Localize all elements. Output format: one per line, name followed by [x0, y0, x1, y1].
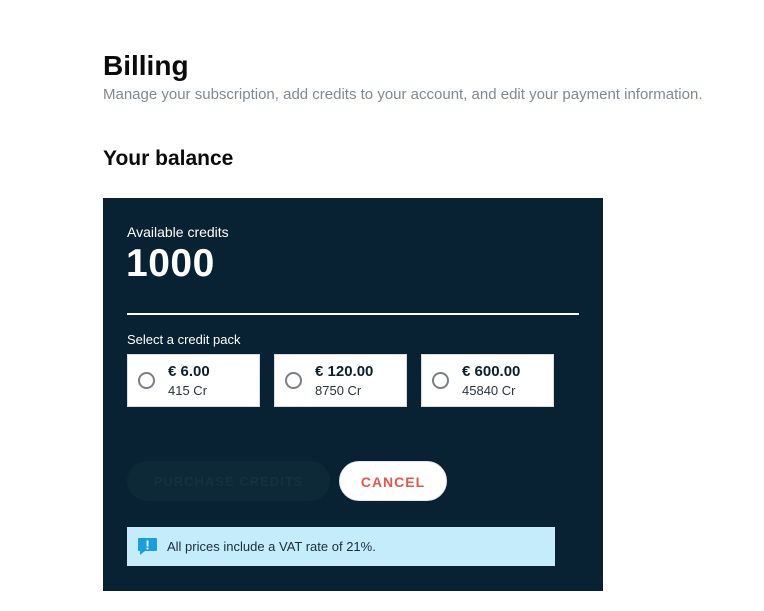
- credit-pack-label: Select a credit pack: [127, 332, 241, 347]
- radio-button[interactable]: [285, 372, 302, 389]
- vat-notice-text: All prices include a VAT rate of 21%.: [167, 539, 376, 554]
- balance-card: Available credits 1000 Select a credit p…: [103, 198, 603, 591]
- credit-pack-option-2[interactable]: € 120.00 8750 Cr: [274, 354, 407, 407]
- vat-notice: All prices include a VAT rate of 21%.: [127, 527, 555, 566]
- balance-divider: [127, 313, 579, 315]
- radio-button[interactable]: [432, 372, 449, 389]
- page-title: Billing: [103, 50, 189, 81]
- credit-pack-amount: 415 Cr: [168, 383, 208, 398]
- available-credits-value: 1000: [126, 242, 215, 285]
- available-credits-label: Available credits: [127, 224, 229, 240]
- radio-button[interactable]: [138, 372, 155, 389]
- cancel-button[interactable]: CANCEL: [339, 461, 447, 501]
- credit-pack-option-1[interactable]: € 6.00 415 Cr: [127, 354, 260, 407]
- info-icon: [138, 538, 157, 555]
- credit-pack-price: € 6.00: [168, 363, 210, 380]
- balance-section-title: Your balance: [103, 147, 234, 170]
- credit-pack-price: € 600.00: [462, 363, 521, 380]
- credit-pack-price: € 120.00: [315, 363, 374, 380]
- credit-pack-amount: 45840 Cr: [462, 383, 516, 398]
- purchase-credits-button[interactable]: PURCHASE CREDITS: [127, 461, 330, 501]
- credit-pack-amount: 8750 Cr: [315, 383, 362, 398]
- page-subtitle: Manage your subscription, add credits to…: [103, 86, 703, 103]
- credit-pack-option-3[interactable]: € 600.00 45840 Cr: [421, 354, 554, 407]
